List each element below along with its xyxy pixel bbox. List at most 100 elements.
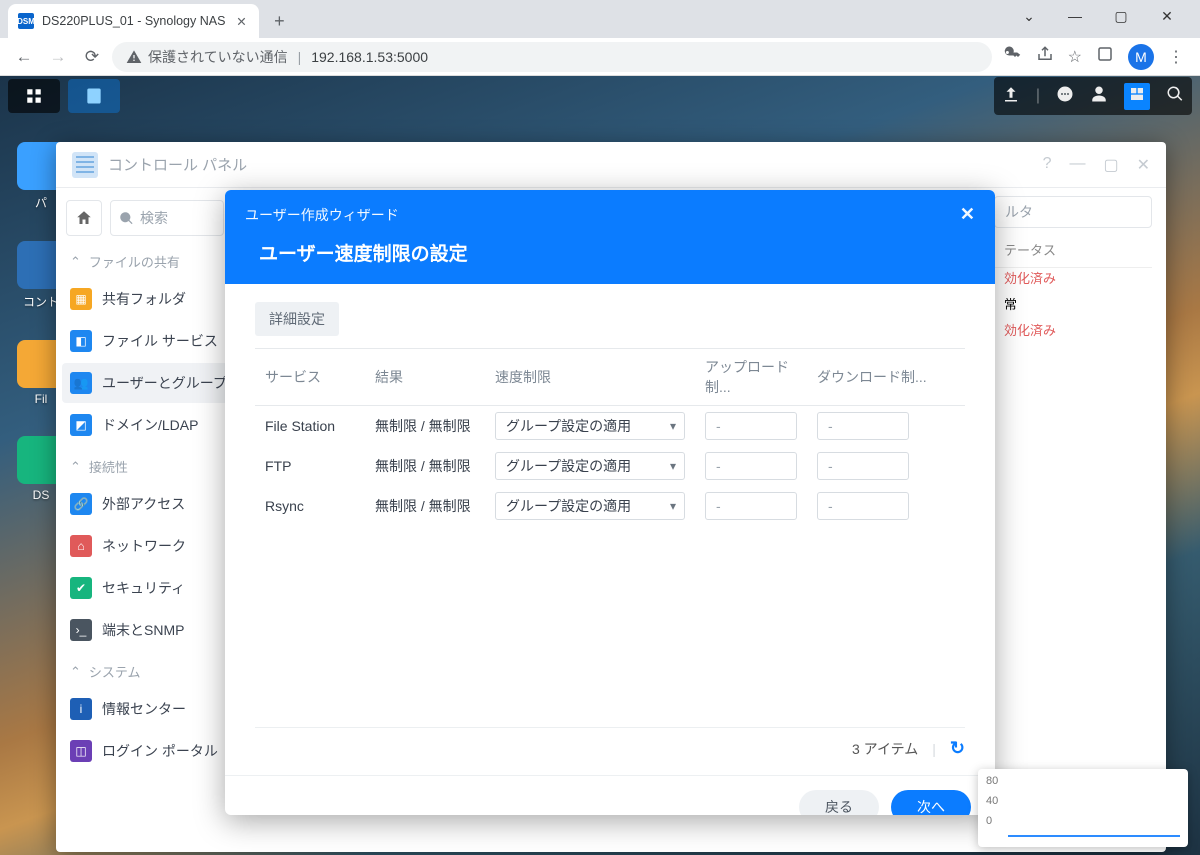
help-icon[interactable]: ? [1043,155,1052,175]
search-icon[interactable] [1166,85,1184,108]
window-maximize-icon[interactable]: ▢ [1098,1,1144,31]
upload-icon[interactable] [1002,85,1020,108]
wizard-header: ユーザー作成ウィザード ✕ ユーザー速度制限の設定 [225,190,995,284]
wizard-close-icon[interactable]: ✕ [960,204,975,225]
upload-input[interactable]: - [705,492,797,520]
control-panel-icon [72,152,98,178]
sidebar-item-network[interactable]: ⌂ネットワーク [62,526,228,566]
sidebar-item-file-services[interactable]: ◧ファイル サービス [62,321,228,361]
browser-titlebar: DSM DS220PLUS_01 - Synology NAS ✕ + ⌄ — … [0,0,1200,38]
users-icon: 👥 [70,372,92,394]
download-input[interactable]: - [817,492,909,520]
nav-forward-icon[interactable]: → [44,43,72,71]
folder-icon: ▦ [70,288,92,310]
upload-input[interactable]: - [705,412,797,440]
download-input[interactable]: - [817,452,909,480]
extensions-icon[interactable] [1096,45,1114,68]
upload-input[interactable]: - [705,452,797,480]
col-speed-limit[interactable]: 速度制限 [485,349,695,406]
wizard-breadcrumb: ユーザー作成ウィザード [245,205,399,225]
resource-monitor-widget[interactable]: 80 40 0 [978,769,1188,847]
taskbar-app-icon[interactable] [68,79,120,113]
omnibox-separator: | [298,49,302,65]
cell-result: 無制限 / 無制限 [365,406,485,447]
next-button[interactable]: 次へ [891,790,971,816]
cell-service: FTP [255,446,365,486]
sidebar-item-external-access[interactable]: 🔗外部アクセス [62,484,228,524]
col-upload[interactable]: アップロード制... [695,349,807,406]
window-minimize-icon[interactable]: — [1069,155,1085,175]
portal-icon: ◫ [70,740,92,762]
cell-service: Rsync [255,486,365,526]
window-maximize-icon[interactable]: ▢ [1103,155,1118,175]
key-icon[interactable] [1004,45,1022,68]
window-close-icon[interactable]: ✕ [1144,1,1190,31]
cp-sidebar: 検索 ⌃ファイルの共有 ▦共有フォルダ ◧ファイル サービス 👥ユーザーとグルー… [56,188,234,852]
speed-limit-table: サービス 結果 速度制限 アップロード制... ダウンロード制... File … [255,348,965,526]
profile-avatar-icon[interactable]: M [1128,44,1154,70]
cell-service: File Station [255,406,365,447]
sidebar-item-domain-ldap[interactable]: ◩ドメイン/LDAP [62,405,228,445]
widgets-icon[interactable] [1124,83,1150,110]
sidebar-item-terminal-snmp[interactable]: ›_端末とSNMP [62,610,228,650]
side-group-system[interactable]: ⌃システム [62,652,228,687]
window-minimize-icon[interactable]: — [1052,1,1098,31]
table-row[interactable]: Rsync 無制限 / 無制限 グループ設定の適用 - - [255,486,965,526]
col-service[interactable]: サービス [255,349,365,406]
table-row[interactable]: FTP 無制限 / 無制限 グループ設定の適用 - - [255,446,965,486]
browser-tab[interactable]: DSM DS220PLUS_01 - Synology NAS ✕ [8,4,259,38]
sidebar-item-login-portal[interactable]: ◫ログイン ポータル [62,731,228,771]
security-text: 保護されていない通信 [148,47,288,67]
terminal-icon: ›_ [70,619,92,641]
kebab-menu-icon[interactable]: ⋮ [1168,47,1184,67]
sidebar-item-shared-folder[interactable]: ▦共有フォルダ [62,279,228,319]
shield-icon: ✔ [70,577,92,599]
side-group-file-sharing[interactable]: ⌃ファイルの共有 [62,242,228,277]
speed-limit-select[interactable]: グループ設定の適用 [495,452,685,480]
dsm-desktop: | パ コント Fil DS コントロール パネル ? — ▢ ✕ [0,76,1200,855]
nav-back-icon[interactable]: ← [10,43,38,71]
speed-limit-select[interactable]: グループ設定の適用 [495,412,685,440]
user-icon[interactable] [1090,85,1108,108]
sidebar-item-security[interactable]: ✔セキュリティ [62,568,228,608]
omnibox[interactable]: 保護されていない通信 | 192.168.1.53:5000 [112,42,992,72]
network-icon: ⌂ [70,535,92,557]
nav-reload-icon[interactable]: ⟳ [78,43,106,71]
cell-result: 無制限 / 無制限 [365,486,485,526]
tab-favicon-icon: DSM [18,13,34,29]
star-icon[interactable]: ☆ [1068,47,1082,67]
refresh-icon[interactable]: ↻ [950,738,965,759]
search-placeholder: 検索 [140,208,168,228]
chart-line [1008,835,1180,837]
window-close-icon[interactable]: ✕ [1137,155,1150,175]
chat-icon[interactable] [1056,85,1074,108]
col-result[interactable]: 結果 [365,349,485,406]
not-secure-icon: 保護されていない通信 [126,47,288,67]
side-group-connectivity[interactable]: ⌃接続性 [62,447,228,482]
share-icon[interactable] [1036,45,1054,68]
cp-search-input[interactable]: 検索 [110,200,224,236]
tab-close-icon[interactable]: ✕ [233,13,249,29]
sidebar-item-users-groups[interactable]: 👥ユーザーとグループ [62,363,228,403]
col-download[interactable]: ダウンロード制... [807,349,965,406]
browser-toolbar: ← → ⟳ 保護されていない通信 | 192.168.1.53:5000 ☆ M… [0,38,1200,76]
wizard-item-count-row: 3 アイテム | ↻ [255,727,965,759]
chevron-up-icon: ⌃ [70,664,81,680]
chevron-down-icon[interactable]: ⌄ [1006,1,1052,31]
services-icon: ◧ [70,330,92,352]
back-button[interactable]: 戻る [799,790,879,816]
status-cell: 効化済み [994,314,1152,345]
home-button[interactable] [66,200,102,236]
new-tab-button[interactable]: + [265,7,293,35]
info-icon: i [70,698,92,720]
advanced-settings-button[interactable]: 詳細設定 [255,302,339,336]
speed-limit-select[interactable]: グループ設定の適用 [495,492,685,520]
table-row[interactable]: File Station 無制限 / 無制限 グループ設定の適用 - - [255,406,965,447]
taskbar-main-menu-icon[interactable] [8,79,60,113]
dsm-taskbar: | [0,76,1200,116]
filter-input[interactable]: ルタ [994,196,1152,228]
download-input[interactable]: - [817,412,909,440]
system-tray: | [994,77,1192,115]
sidebar-item-info-center[interactable]: i情報センター [62,689,228,729]
cp-header: コントロール パネル ? — ▢ ✕ [56,142,1166,188]
